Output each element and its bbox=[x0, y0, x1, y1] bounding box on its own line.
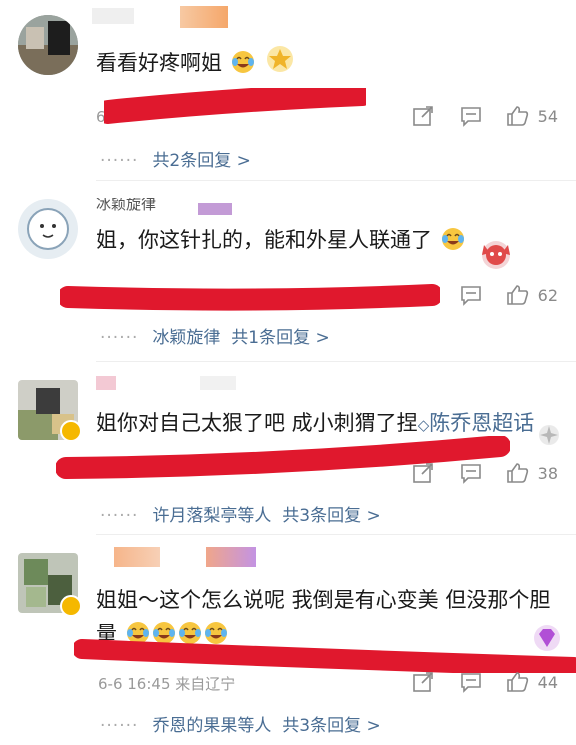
badge-blur bbox=[198, 203, 232, 215]
share-button[interactable] bbox=[410, 103, 436, 129]
dots: ······ bbox=[100, 151, 139, 171]
avatar[interactable] bbox=[18, 199, 78, 259]
fox-sticker-icon bbox=[476, 233, 516, 273]
comment-actions: 62 bbox=[458, 282, 558, 308]
comment-text-content: 姐，你这针扎的，能和外星人联通了 bbox=[96, 228, 432, 252]
comment-button[interactable] bbox=[458, 460, 484, 486]
comment-icon bbox=[460, 464, 481, 484]
share-button[interactable] bbox=[410, 460, 436, 486]
thumbs-up-icon bbox=[506, 106, 528, 126]
redaction-stroke bbox=[74, 639, 576, 673]
username-blur bbox=[92, 8, 134, 24]
username-blur bbox=[114, 547, 160, 567]
comment-2: 冰颖旋律 姐，你这针扎的，能和外星人联通了 62 ······ 冰颖旋律 共1条回… bbox=[0, 181, 576, 362]
comment-text-content: 看看好疼啊姐 bbox=[96, 51, 222, 75]
reply-summary[interactable]: ······ 乔恩的果果等人 共3条回复 > bbox=[100, 711, 381, 736]
comment-icon bbox=[460, 286, 481, 306]
reply-summary[interactable]: ······ 许月落梨亭等人 共3条回复 > bbox=[100, 501, 381, 526]
topic-text[interactable]: 陈乔恩超话 bbox=[429, 411, 534, 435]
comment-icon bbox=[460, 107, 481, 127]
sparkle-sticker-icon bbox=[534, 422, 564, 448]
like-count: 44 bbox=[537, 672, 558, 692]
avatar-image bbox=[18, 199, 78, 259]
comment-button[interactable] bbox=[458, 282, 484, 308]
username-blur bbox=[96, 376, 116, 390]
comment-meta-text: 6-6 16:45 来自辽宁 bbox=[98, 675, 236, 693]
comment-button[interactable] bbox=[458, 669, 484, 695]
reply-names[interactable]: 乔恩的果果等人 bbox=[152, 716, 271, 736]
share-icon bbox=[412, 463, 433, 483]
verified-badge-icon bbox=[60, 595, 82, 617]
badge-blur bbox=[206, 547, 256, 567]
reply-count-link[interactable]: 共1条回复 > bbox=[231, 328, 329, 348]
badge-blur bbox=[200, 376, 236, 390]
crown-badge-icon bbox=[263, 44, 297, 74]
reply-count-link[interactable]: 共3条回复 > bbox=[282, 716, 380, 736]
like-button[interactable]: 62 bbox=[506, 284, 558, 306]
share-button[interactable] bbox=[410, 669, 436, 695]
comment-text: 看看好疼啊姐 bbox=[96, 44, 546, 80]
comment-text-content: 姐你对自己太狠了吧 成小刺猬了捏 bbox=[96, 411, 418, 435]
reply-summary[interactable]: ······ 冰颖旋律 共1条回复 > bbox=[100, 323, 330, 348]
laugh-cry-emoji-icon bbox=[441, 227, 465, 251]
like-button[interactable]: 54 bbox=[506, 105, 558, 127]
like-count: 54 bbox=[537, 106, 558, 126]
redaction-stroke bbox=[60, 284, 440, 311]
share-icon bbox=[412, 672, 433, 692]
comment-actions: 38 bbox=[410, 460, 558, 486]
share-icon bbox=[412, 106, 433, 126]
comment-meta: 6-6 16:45 来自辽宁 bbox=[98, 673, 235, 694]
comment-actions: 54 bbox=[410, 103, 558, 129]
reply-count-link[interactable]: 共3条回复 > bbox=[282, 506, 380, 526]
avatar[interactable] bbox=[18, 15, 78, 75]
comment-4: 姐姐～这个怎么说呢 我倒是有心变美 但没那个胆 量 6-6 16:45 来自辽宁… bbox=[0, 535, 576, 745]
comment-1: 看看好疼啊姐 6 54 ······ 共2条回复 > bbox=[0, 0, 576, 181]
dots: ······ bbox=[100, 716, 139, 736]
comment-text-line-1: 姐姐～这个怎么说呢 我倒是有心变美 但没那个胆 bbox=[96, 588, 551, 612]
redaction-stroke bbox=[104, 88, 366, 124]
comment-actions: 44 bbox=[410, 669, 558, 695]
thumbs-up-icon bbox=[506, 463, 528, 483]
comment-icon bbox=[460, 673, 481, 693]
username-text[interactable]: 冰颖旋律 bbox=[96, 198, 156, 212]
reply-names[interactable]: 许月落梨亭等人 bbox=[152, 506, 271, 526]
reply-summary[interactable]: ······ 共2条回复 > bbox=[100, 146, 251, 171]
thumbs-up-icon bbox=[506, 672, 528, 692]
topic-link[interactable]: ◇陈乔恩超话 bbox=[418, 411, 535, 435]
like-button[interactable]: 38 bbox=[506, 462, 558, 484]
like-count: 38 bbox=[537, 463, 558, 483]
dots: ······ bbox=[100, 506, 139, 526]
like-button[interactable]: 44 bbox=[506, 671, 558, 693]
diamond-topic-icon: ◇ bbox=[417, 416, 430, 434]
reply-count-link[interactable]: 共2条回复 > bbox=[152, 151, 250, 171]
avatar-image bbox=[18, 15, 78, 75]
username[interactable]: 冰颖旋律 bbox=[96, 198, 156, 212]
badge-blur bbox=[180, 6, 228, 28]
dots: ······ bbox=[100, 328, 139, 348]
comment-3: 姐你对自己太狠了吧 成小刺猬了捏◇陈乔恩超话 38 ······ 许月落梨亭等人 … bbox=[0, 362, 576, 542]
reply-names[interactable]: 冰颖旋律 bbox=[152, 328, 220, 348]
laugh-cry-emoji-icon bbox=[231, 50, 255, 74]
thumbs-up-icon bbox=[506, 285, 528, 305]
like-count: 62 bbox=[537, 285, 558, 305]
comment-button[interactable] bbox=[458, 103, 484, 129]
